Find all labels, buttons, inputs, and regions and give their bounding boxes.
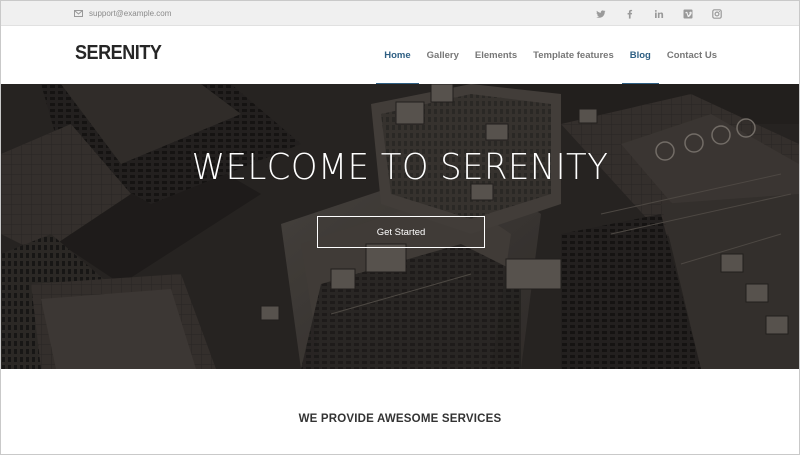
top-bar: support@example.com — [1, 1, 799, 26]
nav-elements[interactable]: Elements — [467, 26, 525, 84]
site-logo[interactable]: SERENITY — [75, 42, 162, 65]
linkedin-icon[interactable] — [653, 8, 665, 20]
nav-template-features[interactable]: Template features — [525, 26, 622, 84]
social-links — [595, 7, 723, 20]
hero-banner: WELCOME TO SERENITY Get Started — [1, 84, 799, 369]
services-heading: WE PROVIDE AWESOME SERVICES — [298, 413, 502, 425]
nav-contact-us[interactable]: Contact Us — [659, 26, 725, 84]
support-email-text: support@example.com — [89, 9, 172, 18]
nav-home[interactable]: Home — [376, 26, 420, 85]
twitter-icon[interactable] — [595, 8, 607, 20]
nav-gallery[interactable]: Gallery — [419, 26, 467, 84]
vimeo-icon[interactable] — [682, 8, 694, 20]
site-header: SERENITY Home Gallery Elements Template … — [1, 26, 799, 85]
get-started-button[interactable]: Get Started — [317, 216, 485, 248]
main-nav: Home Gallery Elements Template features … — [376, 26, 725, 85]
nav-blog[interactable]: Blog — [621, 26, 659, 85]
instagram-icon[interactable] — [711, 8, 723, 20]
facebook-icon[interactable] — [624, 8, 636, 20]
envelope-icon — [74, 10, 83, 17]
support-email[interactable]: support@example.com — [74, 7, 171, 20]
hero-title: WELCOME TO SERENITY — [191, 147, 609, 188]
